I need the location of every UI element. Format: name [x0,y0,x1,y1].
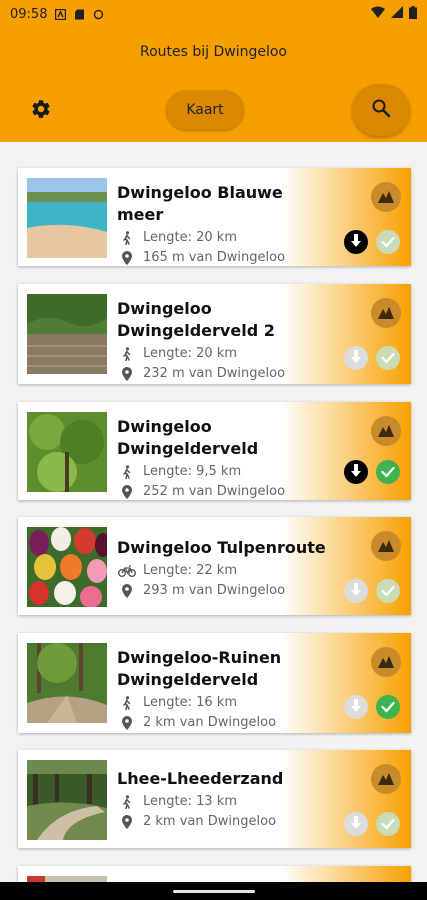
battery-icon [409,5,417,23]
check-icon [381,463,395,482]
gear-icon [30,98,52,124]
provider-logo-icon [371,647,401,677]
route-distance: 232 m van Dwingeloo [143,366,286,381]
check-icon [381,233,395,252]
route-card[interactable]: Dwingeloo-Ruinen Dwingelderveld Lengte: … [18,633,411,733]
location-pin-icon [117,485,137,499]
provider-logo-icon [371,416,401,446]
location-pin-icon [117,367,137,381]
check-icon [381,698,395,717]
route-card[interactable]: Lhee-Lheederzand Lengte: 13 km 2 km van … [18,750,411,848]
notification-icon [55,8,67,20]
cell-signal-icon [391,6,403,22]
completed-check-button[interactable] [376,230,400,254]
home-gesture-handle[interactable] [173,890,255,893]
location-pin-icon [117,815,137,829]
settings-button[interactable] [26,96,56,126]
route-length: Lengte: 16 km [143,695,237,710]
walking-icon [117,231,137,245]
system-navigation-bar [0,882,427,900]
check-icon [381,815,395,834]
completed-check-button[interactable] [376,812,400,836]
sd-card-icon [74,9,85,20]
route-name: Dwingeloo Dwingelderveld 2 [117,299,275,340]
route-photo [27,760,107,840]
app-bar: Routes bij Dwingeloo Kaart [0,28,427,142]
route-name: Dwingeloo Dwingelderveld [117,417,259,458]
download-icon [350,463,362,482]
route-photo [27,178,107,258]
completed-check-button[interactable] [376,695,400,719]
route-length: Lengte: 20 km [143,230,237,245]
provider-logo-icon [371,298,401,328]
wifi-icon [371,6,385,22]
location-pin-icon [117,251,137,265]
route-length: Lengte: 22 km [143,563,237,578]
provider-logo-icon [371,764,401,794]
search-icon [371,98,391,122]
provider-logo-icon [371,182,401,212]
completed-check-button[interactable] [376,579,400,603]
route-name: Dwingeloo Tulpenroute [117,538,326,557]
walking-icon [117,347,137,361]
route-name: Lhee-Lheederzand [117,769,284,788]
route-name: Dwingeloo-Ruinen Dwingelderveld [117,648,282,689]
route-card[interactable]: Dwingeloo Dwingelderveld Lengte: 9,5 km … [18,402,411,500]
check-icon [381,349,395,368]
completed-check-button[interactable] [376,346,400,370]
route-distance: 252 m van Dwingeloo [143,484,286,499]
route-card[interactable] [18,866,411,882]
completed-check-button[interactable] [376,460,400,484]
route-photo [27,643,107,723]
route-name: Dwingeloo Blauwe meer [117,183,283,224]
route-photo [27,527,107,607]
route-distance: 2 km van Dwingeloo [143,715,277,730]
route-card[interactable]: Dwingeloo Blauwe meer Lengte: 20 km 165 … [18,168,411,266]
walking-icon [117,795,137,809]
route-photo [27,412,107,492]
location-pin-icon [117,716,137,730]
route-length: Lengte: 20 km [143,346,237,361]
download-button[interactable] [344,695,368,719]
sync-icon [93,9,104,20]
download-icon [350,815,362,834]
route-card[interactable]: Dwingeloo Dwingelderveld 2 Lengte: 20 km… [18,284,411,384]
download-button[interactable] [344,230,368,254]
page-title: Routes bij Dwingeloo [139,44,287,60]
download-icon [350,349,362,368]
search-button[interactable] [352,84,410,136]
check-icon [381,582,395,601]
download-button[interactable] [344,579,368,603]
walking-icon [117,465,137,479]
download-icon [350,582,362,601]
route-length: Lengte: 9,5 km [143,464,242,479]
provider-logo-icon [371,531,401,561]
download-button[interactable] [344,460,368,484]
bicycle-icon [117,565,137,577]
download-icon [350,233,362,252]
download-button[interactable] [344,812,368,836]
route-distance: 165 m van Dwingeloo [143,250,286,265]
walking-icon [117,696,137,710]
download-button[interactable] [344,346,368,370]
status-bar: 09:58 [0,0,427,28]
map-button[interactable]: Kaart [166,90,244,130]
route-length: Lengte: 13 km [143,794,237,809]
status-time: 09:58 [10,6,48,22]
route-card[interactable]: Dwingeloo Tulpenroute Lengte: 22 km 293 … [18,517,411,615]
route-list[interactable]: Dwingeloo Blauwe meer Lengte: 20 km 165 … [0,142,427,882]
route-distance: 293 m van Dwingeloo [143,583,286,598]
download-icon [350,698,362,717]
card-gradient [281,866,411,882]
route-distance: 2 km van Dwingeloo [143,814,277,829]
location-pin-icon [117,584,137,598]
route-photo [27,294,107,374]
